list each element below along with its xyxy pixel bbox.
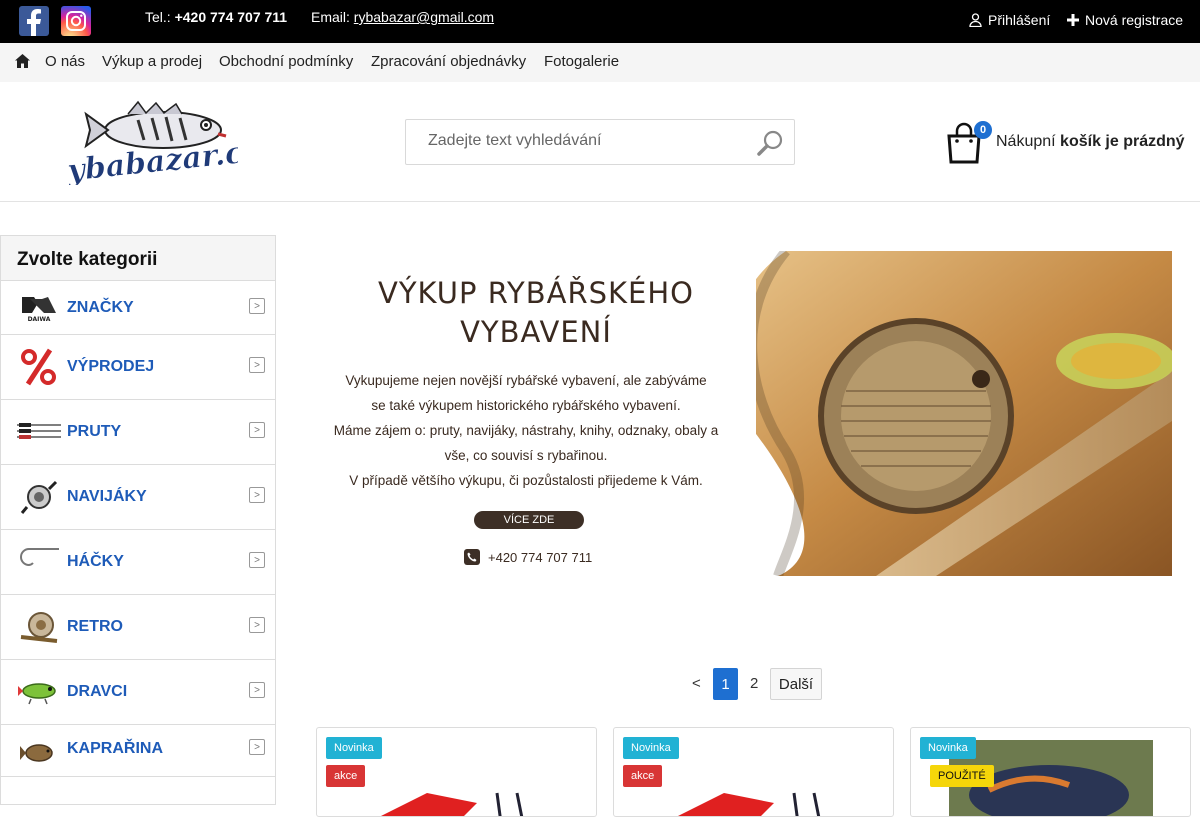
percent-icon — [17, 347, 61, 387]
banner-text-line2: se také výkupem historického rybářského … — [371, 398, 681, 413]
banner-text-line4: vše, co souvisí s rybařinou. — [444, 448, 608, 463]
daiwa-logo-icon: DAIWA — [17, 288, 61, 328]
site-header: Rybabazar.cz 0 Nákupní košík je prázdný — [0, 82, 1200, 202]
nav-item-terms[interactable]: Obchodní podmínky — [219, 53, 353, 70]
rod-icon — [17, 412, 61, 452]
category-label: KAPRAŘINA — [67, 740, 163, 757]
category-item-sale[interactable]: VÝPRODEJ > — [1, 335, 275, 400]
category-label: VÝPRODEJ — [67, 358, 155, 375]
chevron-right-icon[interactable]: > — [249, 487, 265, 503]
banner-heading-line1: VÝKUP RYBÁŘSKÉHO — [378, 276, 694, 310]
plus-icon — [1067, 14, 1079, 26]
top-bar: Tel.: +420 774 707 711 Email: rybabazar@… — [0, 0, 1200, 43]
more-info-button[interactable]: VÍCE ZDE — [474, 511, 584, 529]
nav-item-gallery[interactable]: Fotogalerie — [544, 53, 619, 70]
category-label: HÁČKY — [67, 553, 124, 570]
shopping-cart[interactable]: 0 Nákupní košík je prázdný — [946, 119, 1196, 165]
cart-text-status: košík je prázdný — [1060, 133, 1185, 150]
pagination-page-1[interactable]: 1 — [713, 668, 738, 700]
cart-count-badge: 0 — [974, 121, 992, 139]
nav-item-about[interactable]: O nás — [45, 53, 85, 70]
cart-text-label: Nákupní — [996, 133, 1056, 150]
svg-text:DAIWA: DAIWA — [28, 316, 51, 323]
product-card[interactable]: Novinka POUŽITÉ — [910, 727, 1191, 817]
email-label: Email: — [311, 9, 350, 25]
home-icon[interactable] — [15, 54, 30, 72]
badge-new: Novinka — [920, 737, 976, 759]
category-label: RETRO — [67, 618, 123, 635]
search-box — [405, 119, 795, 165]
phone-icon — [464, 549, 480, 565]
lure-icon — [17, 672, 61, 712]
search-input[interactable] — [428, 132, 748, 150]
hero-banner[interactable]: VÝKUP RYBÁŘSKÉHO VYBAVENÍ Vykupujeme nej… — [316, 251, 1172, 576]
register-label: Nová registrace — [1085, 12, 1184, 28]
badge-used: POUŽITÉ — [930, 765, 994, 787]
instagram-icon[interactable] — [61, 6, 91, 36]
badge-sale: akce — [623, 765, 663, 787]
login-link[interactable]: Přihlášení — [969, 12, 1050, 28]
email-link[interactable]: rybabazar@gmail.com — [354, 9, 494, 25]
category-sidebar: Zvolte kategorii DAIWA ZNAČKY > VÝPRODEJ… — [0, 235, 276, 805]
banner-text-panel: VÝKUP RYBÁŘSKÉHO VYBAVENÍ Vykupujeme nej… — [316, 251, 756, 576]
banner-phone-number: +420 774 707 711 — [488, 549, 593, 565]
main-nav: O nás Výkup a prodej Obchodní podmínky Z… — [0, 43, 1200, 82]
facebook-icon[interactable] — [19, 6, 49, 36]
site-logo[interactable]: Rybabazar.cz — [40, 100, 263, 192]
nav-item-order-processing[interactable]: Zpracování objednávky — [371, 53, 526, 70]
pagination-next[interactable]: Další — [770, 668, 822, 700]
user-icon — [969, 13, 982, 27]
category-item-brands[interactable]: DAIWA ZNAČKY > — [1, 281, 275, 335]
banner-heading-line2: VYBAVENÍ — [460, 315, 612, 349]
chevron-right-icon[interactable]: > — [249, 357, 265, 373]
phone-number[interactable]: +420 774 707 711 — [175, 9, 288, 25]
category-item-retro[interactable]: RETRO > — [1, 595, 275, 660]
banner-text-line5: V případě většího výkupu, či pozůstalost… — [349, 473, 703, 488]
chevron-right-icon[interactable]: > — [249, 422, 265, 438]
register-link[interactable]: Nová registrace — [1067, 12, 1183, 28]
sidebar-title: Zvolte kategorii — [1, 236, 275, 281]
carp-icon — [17, 731, 61, 771]
category-label: DRAVCI — [67, 683, 128, 700]
badge-sale: akce — [326, 765, 366, 787]
phone-contact: Tel.: +420 774 707 711 — [145, 9, 287, 25]
search-icon[interactable] — [756, 129, 784, 157]
chevron-right-icon[interactable]: > — [249, 682, 265, 698]
pagination-page-2[interactable]: 2 — [750, 675, 758, 707]
category-label: ZNAČKY — [67, 299, 134, 316]
category-item-carp[interactable]: KAPRAŘINA > — [1, 725, 275, 777]
banner-text-line1: Vykupujeme nejen novější rybářské vybave… — [345, 373, 707, 388]
category-item-predators[interactable]: DRAVCI > — [1, 660, 275, 725]
product-card[interactable]: Novinka akce — [316, 727, 597, 817]
chevron-right-icon[interactable]: > — [249, 552, 265, 568]
chevron-right-icon[interactable]: > — [249, 298, 265, 314]
chevron-right-icon[interactable]: > — [249, 739, 265, 755]
nav-item-buy-sell[interactable]: Výkup a prodej — [102, 53, 202, 70]
category-item-hooks[interactable]: HÁČKY > — [1, 530, 275, 595]
banner-text-line3: Máme zájem o: pruty, navijáky, nástrahy,… — [333, 423, 719, 438]
badge-new: Novinka — [623, 737, 679, 759]
badge-new: Novinka — [326, 737, 382, 759]
retro-reel-icon — [17, 607, 61, 647]
category-label: NAVIJÁKY — [67, 488, 147, 505]
category-label: PRUTY — [67, 423, 122, 440]
pagination-prev[interactable]: < — [692, 675, 701, 707]
banner-phone: +420 774 707 711 — [464, 549, 592, 565]
product-image — [381, 792, 524, 816]
phone-label: Tel.: — [145, 9, 171, 25]
chevron-right-icon[interactable]: > — [249, 617, 265, 633]
cart-status: Nákupní košík je prázdný — [996, 133, 1185, 151]
product-image — [678, 792, 821, 816]
hook-icon — [17, 542, 61, 582]
product-card[interactable]: Novinka akce — [613, 727, 894, 817]
email-contact: Email: rybabazar@gmail.com — [311, 9, 494, 25]
category-item-rods[interactable]: PRUTY > — [1, 400, 275, 465]
login-label: Přihlášení — [988, 12, 1051, 28]
category-item-reels[interactable]: NAVIJÁKY > — [1, 465, 275, 530]
reel-icon — [17, 477, 61, 517]
